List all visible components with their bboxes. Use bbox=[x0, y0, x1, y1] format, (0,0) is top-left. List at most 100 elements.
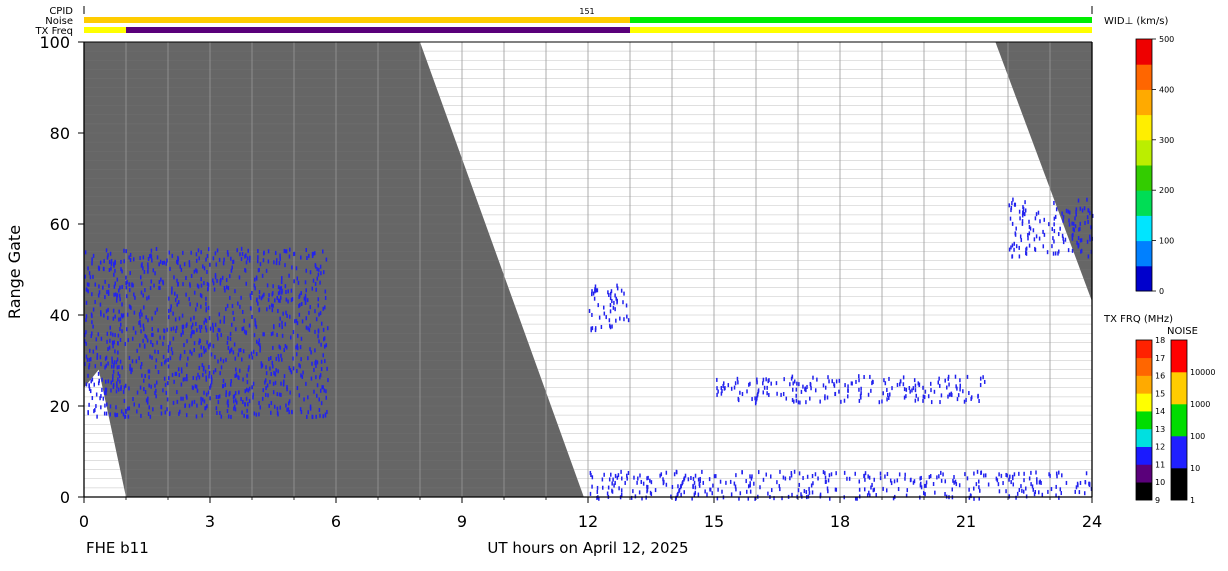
echo-mark-0 bbox=[244, 267, 246, 272]
echo-mark-0 bbox=[156, 340, 158, 345]
echo-mark-1 bbox=[594, 284, 597, 289]
echo-mark-0 bbox=[246, 373, 248, 378]
echo-mark-0 bbox=[92, 324, 94, 329]
echo-mark-4 bbox=[1028, 476, 1031, 481]
echo-mark-2 bbox=[741, 392, 744, 397]
echo-mark-0 bbox=[124, 414, 127, 419]
echo-mark-4 bbox=[704, 489, 706, 494]
freq-colorbar-segment bbox=[1136, 428, 1152, 447]
echo-mark-0 bbox=[280, 392, 282, 397]
echo-mark-4 bbox=[826, 486, 829, 491]
echo-mark-0 bbox=[192, 375, 195, 380]
echo-mark-0 bbox=[241, 251, 244, 256]
echo-mark-0 bbox=[325, 343, 328, 348]
echo-mark-0 bbox=[148, 375, 150, 380]
echo-mark-0 bbox=[300, 373, 302, 378]
echo-mark-0 bbox=[176, 302, 178, 307]
echo-mark-0 bbox=[305, 268, 308, 273]
echo-mark-0 bbox=[117, 387, 120, 392]
echo-mark-0 bbox=[300, 291, 302, 296]
echo-mark-0 bbox=[226, 303, 229, 308]
echo-mark-0 bbox=[266, 383, 269, 388]
echo-mark-0 bbox=[275, 356, 278, 361]
echo-mark-0 bbox=[116, 357, 119, 362]
echo-mark-4 bbox=[662, 477, 664, 482]
echo-mark-0 bbox=[93, 382, 96, 387]
echo-mark-2 bbox=[914, 398, 917, 403]
echo-mark-0 bbox=[225, 278, 228, 283]
echo-mark-0 bbox=[295, 352, 298, 357]
echo-mark-0 bbox=[107, 361, 109, 366]
echo-mark-0 bbox=[166, 327, 168, 332]
echo-mark-0 bbox=[250, 351, 253, 356]
echo-mark-3 bbox=[1037, 210, 1040, 215]
echo-mark-0 bbox=[143, 343, 146, 348]
echo-mark-0 bbox=[242, 377, 244, 382]
echo-mark-1 bbox=[615, 296, 617, 301]
echo-mark-0 bbox=[113, 292, 115, 297]
x-tick-label: 0 bbox=[79, 512, 89, 531]
echo-mark-4 bbox=[646, 484, 648, 489]
echo-mark-2 bbox=[858, 378, 860, 383]
echo-mark-0 bbox=[105, 411, 108, 416]
noise-colorbar-segment bbox=[1171, 404, 1187, 437]
echo-mark-0 bbox=[307, 326, 309, 331]
echo-mark-0 bbox=[206, 269, 208, 274]
echo-mark-2 bbox=[888, 376, 890, 381]
echo-mark-0 bbox=[246, 408, 248, 413]
echo-mark-4 bbox=[944, 479, 947, 484]
echo-mark-0 bbox=[287, 407, 290, 412]
echo-mark-0 bbox=[235, 327, 237, 332]
echo-mark-0 bbox=[240, 295, 242, 300]
echo-mark-0 bbox=[182, 324, 185, 329]
echo-mark-4 bbox=[611, 489, 614, 494]
echo-mark-4 bbox=[1010, 480, 1012, 485]
echo-mark-0 bbox=[317, 303, 320, 308]
echo-mark-3 bbox=[1086, 239, 1089, 244]
echo-mark-0 bbox=[88, 386, 91, 391]
echo-mark-2 bbox=[957, 393, 960, 398]
echo-mark-0 bbox=[103, 313, 105, 318]
echo-mark-0 bbox=[119, 297, 121, 302]
echo-mark-0 bbox=[319, 311, 322, 316]
echo-mark-2 bbox=[768, 392, 770, 397]
echo-mark-0 bbox=[274, 298, 276, 303]
echo-mark-4 bbox=[863, 474, 865, 479]
echo-mark-1 bbox=[623, 291, 625, 296]
echo-mark-2 bbox=[858, 387, 860, 392]
echo-mark-0 bbox=[319, 375, 321, 380]
echo-mark-0 bbox=[132, 326, 135, 331]
echo-mark-2 bbox=[959, 387, 961, 392]
echo-mark-0 bbox=[172, 336, 175, 341]
echo-mark-0 bbox=[166, 407, 168, 412]
echo-mark-4 bbox=[938, 474, 940, 479]
echo-mark-3 bbox=[1072, 221, 1075, 226]
echo-mark-0 bbox=[183, 343, 185, 348]
echo-mark-0 bbox=[223, 319, 225, 324]
echo-mark-0 bbox=[184, 377, 186, 382]
echo-mark-4 bbox=[753, 481, 755, 486]
echo-mark-0 bbox=[234, 356, 237, 361]
echo-mark-0 bbox=[228, 392, 231, 397]
echo-mark-0 bbox=[281, 320, 283, 325]
echo-mark-0 bbox=[269, 366, 271, 371]
echo-mark-0 bbox=[251, 314, 253, 319]
echo-mark-4 bbox=[1058, 470, 1060, 475]
echo-mark-4 bbox=[805, 490, 808, 495]
echo-mark-0 bbox=[249, 255, 251, 260]
echo-mark-0 bbox=[208, 365, 210, 370]
echo-mark-0 bbox=[291, 265, 293, 270]
echo-mark-0 bbox=[122, 389, 125, 394]
echo-mark-0 bbox=[265, 365, 267, 370]
echo-mark-3 bbox=[1089, 237, 1091, 242]
echo-mark-0 bbox=[203, 266, 206, 271]
echo-mark-0 bbox=[155, 246, 158, 251]
echo-mark-0 bbox=[281, 290, 283, 295]
echo-mark-0 bbox=[290, 298, 293, 303]
echo-mark-0 bbox=[212, 256, 215, 261]
echo-mark-4 bbox=[1079, 480, 1082, 485]
echo-mark-4 bbox=[923, 483, 926, 488]
echo-mark-0 bbox=[133, 310, 136, 315]
echo-mark-0 bbox=[184, 404, 186, 409]
echo-mark-0 bbox=[120, 409, 123, 414]
